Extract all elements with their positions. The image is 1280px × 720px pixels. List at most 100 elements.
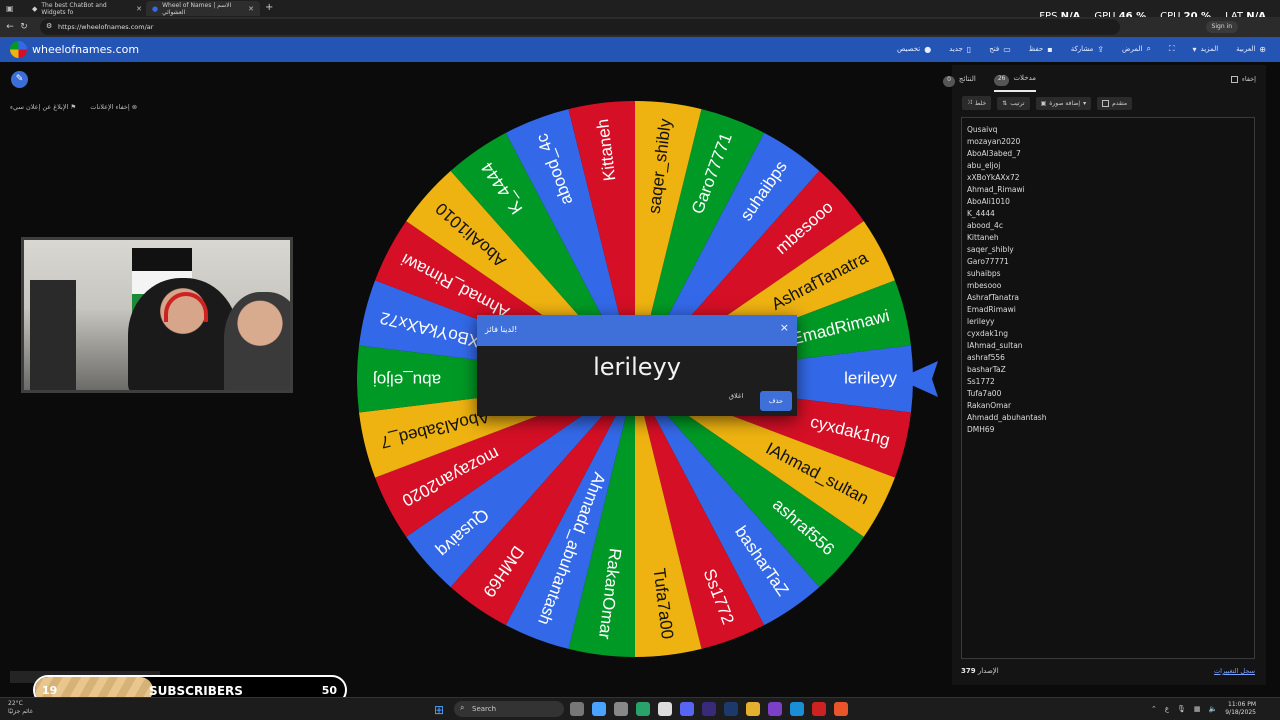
webcam-overlay xyxy=(21,237,293,393)
photoshop-icon[interactable] xyxy=(724,702,738,716)
entry-line: IAhmad_sultan xyxy=(967,341,1023,350)
entry-line: suhaibps xyxy=(967,269,1001,278)
hide-ads-link[interactable]: إخفاء الإعلانات ⊗ xyxy=(90,103,137,111)
tab-entries[interactable]: مدخلات 26 xyxy=(993,74,1036,92)
menu-new[interactable]: ▯ جديد xyxy=(949,44,971,54)
folder-icon: ▭ xyxy=(1003,44,1011,54)
weather-widget[interactable]: 22°C غائم جزئيًا xyxy=(8,700,33,716)
report-ad-link[interactable]: الإبلاغ عن إعلان سيء ⚑ xyxy=(10,103,76,111)
entry-line: DMH69 xyxy=(967,425,995,434)
entry-line: AboAli1010 xyxy=(967,197,1010,206)
back-icon[interactable]: ← xyxy=(3,22,17,32)
menu-fullscreen[interactable]: ⛶ xyxy=(1169,44,1175,54)
address-bar-row: ← ↻ ⚙ https://wheelofnames.com/ar xyxy=(0,17,1280,37)
search-icon: ⌕ xyxy=(1146,44,1151,53)
edit-pencil-button[interactable]: ✎ xyxy=(11,71,28,88)
hide-checkbox[interactable] xyxy=(1230,75,1238,83)
dialog-close-icon[interactable]: × xyxy=(780,321,789,334)
network-icon[interactable]: ▦ xyxy=(1194,705,1201,713)
discord-icon[interactable] xyxy=(680,702,694,716)
vs-icon[interactable] xyxy=(768,702,782,716)
taskbar-clock[interactable]: 11:06 PM 9/18/2025 xyxy=(1225,701,1256,717)
volume-icon[interactable]: 🔈 xyxy=(1209,705,1218,713)
entry-line: mozayan2020 xyxy=(967,137,1021,146)
windows-start-icon[interactable]: ⊞ xyxy=(434,703,444,717)
shuffle-button[interactable]: خلط ⤨ xyxy=(962,96,992,110)
chevron-down-icon: ▾ xyxy=(1192,44,1197,54)
obs-icon[interactable] xyxy=(812,702,826,716)
brave-icon[interactable] xyxy=(834,702,848,716)
entry-line: mbesooo xyxy=(967,281,1002,290)
explorer-icon[interactable] xyxy=(746,702,760,716)
shuffle-icon: ⤨ xyxy=(967,99,972,106)
entry-line: AshrafTanatra xyxy=(967,293,1020,302)
menu-language[interactable]: ⊕ العربية xyxy=(1236,44,1266,54)
new-tab-button[interactable]: + xyxy=(265,2,273,13)
file-icon: ▯ xyxy=(966,44,972,54)
premiere-icon[interactable] xyxy=(702,702,716,716)
dialog-header: لدينا فائز! × xyxy=(477,315,797,346)
site-info-icon[interactable]: ⚙ xyxy=(46,22,52,30)
flag-icon: ⚑ xyxy=(70,103,77,111)
entry-line: AboAl3abed_7 xyxy=(967,149,1021,158)
subscriber-label: SUBSCRIBERS xyxy=(149,684,243,698)
add-image-button[interactable]: ▾ إضافة صورة ▣ xyxy=(1035,96,1092,110)
task-view-icon[interactable] xyxy=(570,702,584,716)
tab-close-icon[interactable]: ✕ xyxy=(136,5,142,13)
menu-share[interactable]: ⇪ مشاركة xyxy=(1071,44,1104,54)
browser-tab-chatbot[interactable]: ◆ The best ChatBot and Widgets fo ✕ xyxy=(26,1,148,16)
tab-favicon-icon: ● xyxy=(152,4,159,13)
palette-icon: ● xyxy=(924,44,932,54)
subscriber-goal: 50 xyxy=(321,684,337,697)
pencil-icon: ✎ xyxy=(15,74,24,84)
entry-line: Tufa7a00 xyxy=(967,389,1002,398)
tray-chevron-icon[interactable]: ⌃ xyxy=(1151,705,1157,713)
lang-indicator[interactable]: ع xyxy=(1165,705,1169,713)
sort-button[interactable]: ترتيب ⇅ xyxy=(997,96,1030,110)
wheel-pointer-icon xyxy=(898,361,938,397)
mic-icon[interactable]: 🎙 xyxy=(1177,705,1186,713)
windows-taskbar: 22°C غائم جزئيًا ⊞ ⌕ Search ⌃ ع 🎙 ▦ 🔈 11… xyxy=(0,697,1280,720)
tab-results[interactable]: النتائج 0 xyxy=(943,74,976,92)
image-icon: ▣ xyxy=(1040,99,1047,107)
dialog-remove-button[interactable]: حذف xyxy=(760,391,792,411)
entry-line: lerileyy xyxy=(967,317,995,326)
menu-customize[interactable]: ● تخصيص xyxy=(897,44,931,54)
github-icon[interactable] xyxy=(658,702,672,716)
reload-icon[interactable]: ↻ xyxy=(17,22,31,32)
hide-panel-toggle[interactable]: إخفاء xyxy=(1230,75,1256,83)
browser-tab-wheel[interactable]: ● Wheel of Names | الاسم العشوائي ✕ xyxy=(146,1,260,16)
copilot-icon[interactable] xyxy=(592,702,606,716)
teams-icon[interactable] xyxy=(636,702,650,716)
entry-line: Garo77771 xyxy=(967,257,1009,266)
dialog-title: لدينا فائز! xyxy=(485,325,518,334)
entry-line: cyxdak1ng xyxy=(967,329,1008,338)
advanced-checkbox[interactable] xyxy=(1102,99,1110,107)
entries-panel: إخفاء مدخلات 26 النتائج 0 متقدم ▾ إضافة صور… xyxy=(943,65,1266,685)
ads-row: الإبلاغ عن إعلان سيء ⚑ إخفاء الإعلانات ⊗ xyxy=(10,103,137,111)
menu-save[interactable]: ▪ حفظ xyxy=(1029,44,1053,54)
changelog-link[interactable]: سجل التغييرات xyxy=(1214,667,1255,675)
menu-more[interactable]: المزيد ▾ xyxy=(1193,44,1219,54)
advanced-toggle[interactable]: متقدم xyxy=(1097,96,1133,110)
taskbar-search[interactable]: ⌕ Search xyxy=(454,701,564,717)
site-header: wheelofnames.com ⊕ العربية المزيد ▾ ⛶ ⌕ الم… xyxy=(0,37,1280,62)
entry-line: xXBoYkAXx72 xyxy=(967,173,1020,182)
entry-line: ashraf556 xyxy=(967,353,1005,362)
window-menu-icon[interactable]: ▣ xyxy=(6,4,14,13)
site-title[interactable]: wheelofnames.com xyxy=(32,43,139,56)
site-logo[interactable] xyxy=(10,41,27,58)
entry-line: Qusaivq xyxy=(967,125,998,134)
dialog-close-button[interactable]: اغلاق xyxy=(729,392,743,400)
edge-icon[interactable] xyxy=(790,702,804,716)
entry-line: Ahmad_Rimawi xyxy=(967,185,1025,194)
settings-icon[interactable] xyxy=(614,702,628,716)
entries-textarea[interactable]: Qusaivq mozayan2020 AboAl3abed_7 abu_eljojx… xyxy=(961,117,1255,659)
menu-gallery[interactable]: ⌕ المرض xyxy=(1122,44,1151,54)
url-field[interactable]: ⚙ https://wheelofnames.com/ar xyxy=(40,19,1120,35)
signin-button[interactable]: Sign in xyxy=(1205,21,1238,33)
menu-open[interactable]: ▭ فتح xyxy=(989,44,1011,54)
chevron-down-icon: ▾ xyxy=(1083,99,1087,107)
tab-close-icon[interactable]: ✕ xyxy=(248,5,254,13)
entry-line: abu_eljoj xyxy=(967,161,1001,170)
